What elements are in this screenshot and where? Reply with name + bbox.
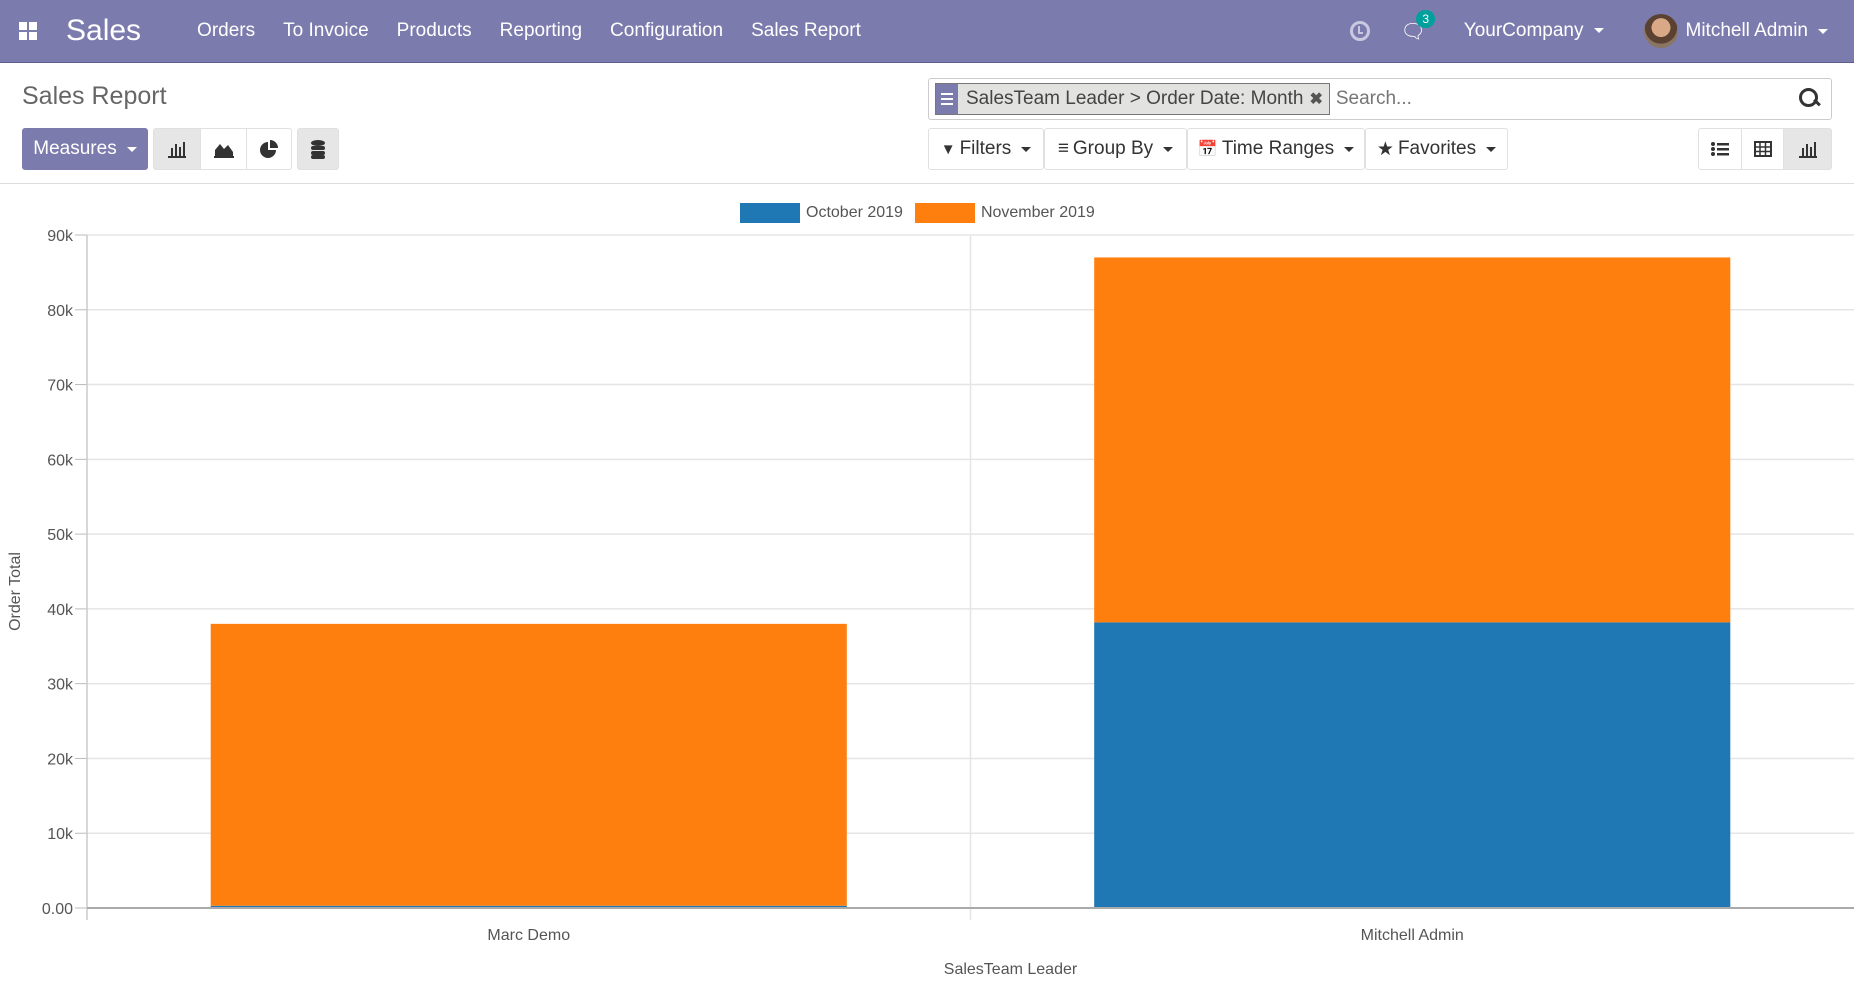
search-input[interactable] (1335, 88, 1797, 110)
timeranges-dropdown[interactable]: 📅 Time Ranges (1187, 128, 1365, 170)
bar-november-2019 (1094, 257, 1731, 623)
legend-label: November 2019 (980, 204, 1095, 221)
pivot-view-button[interactable] (1741, 128, 1784, 170)
apps-menu-icon[interactable] (0, 22, 56, 40)
x-tick-label: Marc Demo (487, 927, 570, 944)
avatar (1643, 14, 1678, 48)
user-name: Mitchell Admin (1685, 20, 1809, 41)
groupby-facet-icon (936, 84, 958, 114)
pie-chart-icon (260, 140, 278, 158)
chart-legend: October 2019 November 2019 (740, 203, 1107, 223)
menu-configuration[interactable]: Configuration (610, 20, 723, 42)
menu-orders[interactable]: Orders (197, 20, 255, 42)
y-tick-label: 30k (47, 677, 74, 694)
y-tick-label: 60k (47, 452, 74, 469)
graph-view-button[interactable] (1783, 128, 1832, 170)
menu-reporting[interactable]: Reporting (500, 20, 582, 42)
top-navbar: Sales Orders To Invoice Products Reporti… (0, 0, 1854, 63)
timeranges-label: Time Ranges (1221, 138, 1335, 159)
app-name: Sales (66, 14, 142, 47)
page-title: Sales Report (22, 82, 167, 110)
menu-to-invoice[interactable]: To Invoice (283, 20, 369, 42)
messages-count-badge: 3 (1416, 9, 1436, 28)
facet-label: SalesTeam Leader > Order Date: Month (966, 88, 1304, 109)
filters-dropdown[interactable]: ▼ Filters (928, 128, 1044, 170)
y-tick-label: 70k (47, 378, 74, 395)
favorites-label: Favorites (1397, 138, 1477, 159)
caret-down-icon (126, 146, 137, 152)
menu-products[interactable]: Products (397, 20, 472, 42)
search-icon[interactable] (1797, 86, 1823, 112)
list-view-icon (1711, 142, 1729, 156)
measures-dropdown[interactable]: Measures (22, 128, 148, 170)
pivot-table-icon (1753, 141, 1772, 157)
company-name: YourCompany (1463, 20, 1584, 41)
search-bar: SalesTeam Leader > Order Date: Month ✖ (928, 78, 1832, 120)
y-tick-label: 10k (47, 826, 74, 843)
caret-down-icon (1818, 28, 1828, 34)
y-tick-label: 90k (47, 228, 74, 245)
caret-down-icon (1163, 146, 1174, 152)
menu-sales-report[interactable]: Sales Report (751, 20, 861, 42)
measures-label: Measures (33, 138, 117, 159)
line-chart-button[interactable] (200, 128, 247, 170)
pie-chart-button[interactable] (246, 128, 292, 170)
y-tick-label: 0.00 (42, 901, 73, 918)
bar-chart: 0.00 10k 20k 30k 40k 50k 60k 70k 80k 90k Marc Demo… (7, 228, 1854, 978)
caret-down-icon (1593, 28, 1604, 34)
control-panel: Sales Report Measures SalesTeam Leader >… (0, 64, 1854, 184)
legend-item-october[interactable]: October 2019 (740, 203, 903, 223)
x-axis-label: SalesTeam Leader (944, 961, 1078, 978)
bar-october-2019 (1094, 622, 1731, 908)
calendar-icon: 📅 (1197, 141, 1218, 158)
y-axis-label: Order Total (7, 552, 24, 631)
legend-label: October 2019 (806, 204, 903, 221)
user-menu[interactable]: Mitchell Admin (1643, 14, 1828, 48)
favorites-dropdown[interactable]: ★ Favorites (1365, 128, 1508, 170)
area-chart-icon (213, 144, 234, 158)
database-stack-icon (311, 140, 325, 159)
caret-down-icon (1021, 146, 1032, 152)
bar-chart-icon (168, 142, 186, 158)
company-switcher[interactable]: YourCompany (1464, 20, 1604, 42)
groupby-dropdown[interactable]: ≡ Group By (1044, 128, 1187, 170)
messaging-button[interactable]: 🗨 3 (1400, 9, 1436, 44)
legend-swatch (914, 203, 975, 223)
bar-november-2019 (210, 623, 847, 906)
legend-item-november[interactable]: November 2019 (914, 203, 1095, 223)
y-tick-label: 20k (47, 751, 74, 768)
legend-swatch (740, 203, 800, 223)
chart-container: October 2019 November 2019 0.00 10k 20k 30k… (0, 185, 1854, 982)
caret-down-icon (1344, 146, 1355, 152)
x-tick-label: Mitchell Admin (1361, 927, 1464, 944)
y-tick-label: 50k (47, 527, 74, 544)
groupby-label: Group By (1072, 138, 1154, 159)
y-tick-label: 80k (47, 303, 74, 320)
filter-icon: ▼ (940, 140, 956, 158)
caret-down-icon (1486, 146, 1497, 152)
list-bars-icon: ≡ (1057, 138, 1069, 159)
list-view-button[interactable] (1698, 128, 1742, 170)
search-facet: SalesTeam Leader > Order Date: Month ✖ (935, 83, 1330, 115)
bar-chart-button[interactable] (153, 128, 201, 170)
activity-clock-icon[interactable] (1350, 21, 1371, 41)
stacked-toggle-button[interactable] (297, 128, 339, 170)
facet-remove-icon[interactable]: ✖ (1309, 89, 1328, 109)
filters-label: Filters (959, 138, 1012, 159)
y-tick-label: 40k (47, 602, 74, 619)
graph-view-icon (1798, 142, 1817, 158)
star-icon: ★ (1376, 138, 1394, 160)
